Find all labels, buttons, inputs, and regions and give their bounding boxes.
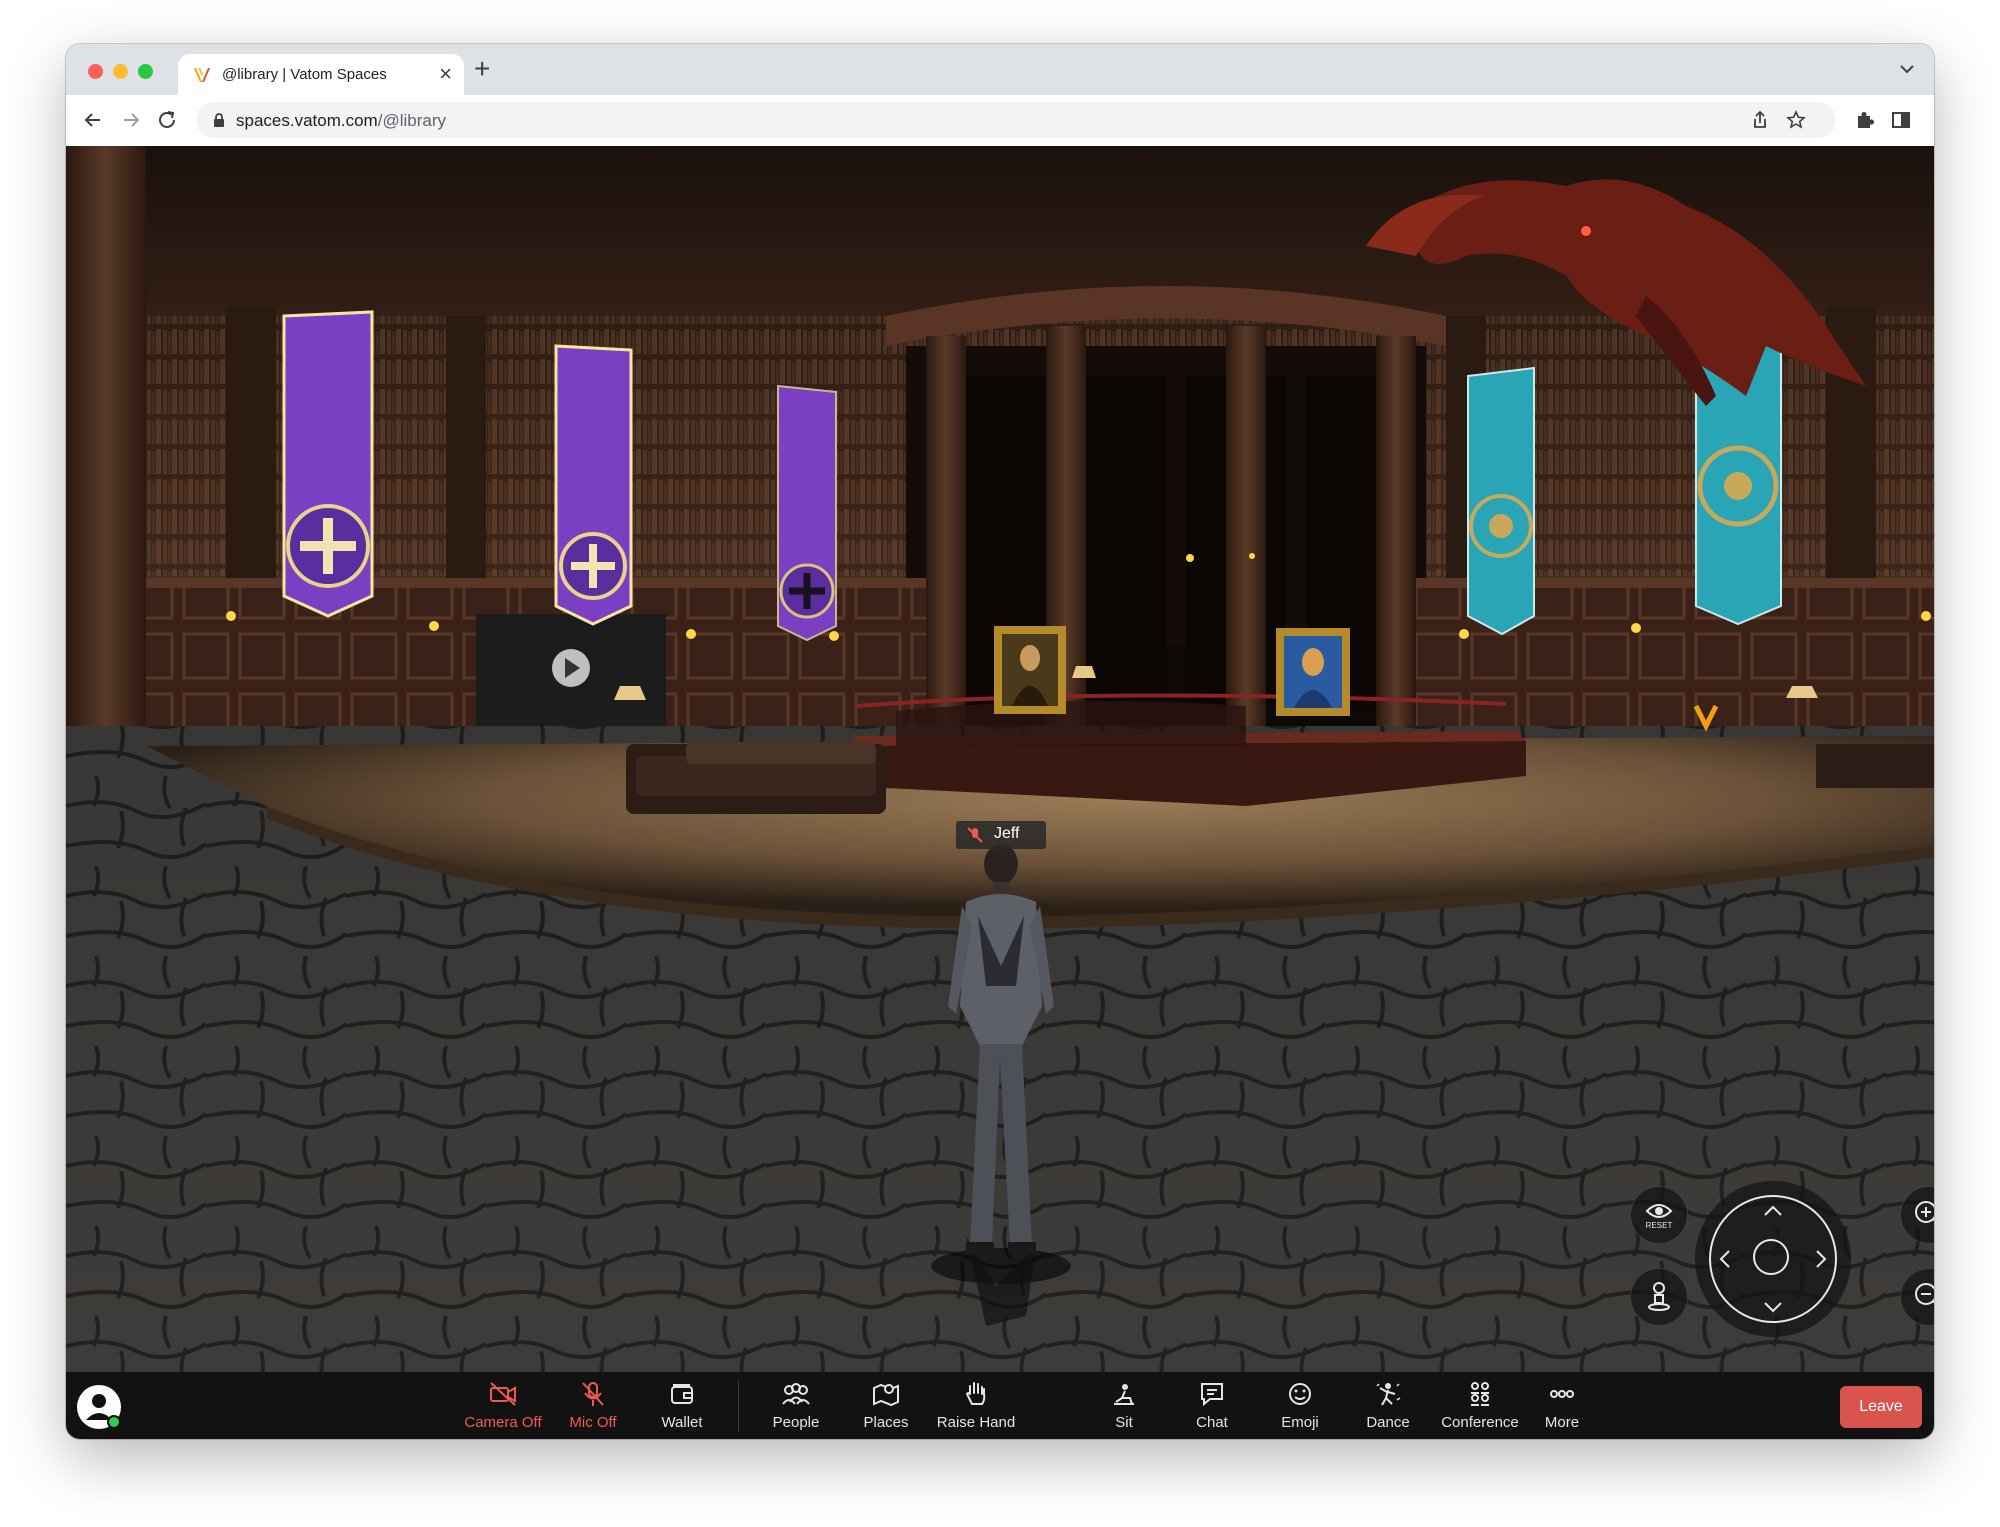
- dance-button[interactable]: Dance: [1348, 1380, 1428, 1434]
- camera-off-icon: [490, 1382, 516, 1406]
- minimize-window-button[interactable]: [113, 64, 128, 79]
- eye-reset-icon: [1645, 1204, 1673, 1218]
- forward-arrow-icon[interactable]: [118, 107, 144, 133]
- avatar-name: Jeff: [994, 825, 1020, 842]
- reload-icon[interactable]: [154, 107, 180, 133]
- purple-banner: [554, 344, 633, 626]
- bottom-toolbar: Camera Off Mic Off Wallet People Places …: [66, 1372, 1934, 1439]
- muted-mic-icon: [967, 827, 983, 843]
- wallet-label: Wallet: [661, 1414, 703, 1431]
- vatom-logo-icon: [194, 68, 210, 82]
- chat-bubble-icon: [1201, 1383, 1223, 1407]
- maximize-window-button[interactable]: [138, 64, 153, 79]
- people-icon: [782, 1383, 810, 1405]
- teal-banner: [1467, 366, 1535, 636]
- zoom-out-button[interactable]: [1900, 1268, 1934, 1326]
- more-label: More: [1544, 1414, 1580, 1431]
- raise-hand-button[interactable]: Raise Hand: [926, 1380, 1026, 1434]
- leave-button[interactable]: Leave: [1840, 1386, 1922, 1428]
- camera-label: Camera Off: [464, 1414, 542, 1431]
- mona-lisa-painting[interactable]: [994, 626, 1066, 714]
- emoji-button[interactable]: Emoji: [1260, 1380, 1340, 1434]
- reset-label: RESET: [1645, 1221, 1673, 1230]
- sit-icon: [1114, 1384, 1134, 1405]
- purple-banner: [777, 384, 837, 642]
- chat-button[interactable]: Chat: [1172, 1380, 1252, 1434]
- joystick-arrows-icon: [1719, 1205, 1827, 1313]
- sit-button[interactable]: Sit: [1084, 1380, 1164, 1434]
- 3d-world-viewport[interactable]: Jeff RESET: [66, 146, 1934, 1372]
- conference-button[interactable]: Conference: [1430, 1380, 1530, 1434]
- browser-toolbar: spaces.vatom.com/@library: [66, 95, 1934, 147]
- back-arrow-icon[interactable]: [80, 107, 106, 133]
- mic-toggle-button[interactable]: Mic Off: [558, 1380, 628, 1434]
- person-pin-icon: [1648, 1282, 1670, 1311]
- map-places-icon: [873, 1383, 899, 1407]
- dance-icon: [1376, 1383, 1401, 1406]
- recenter-avatar-button[interactable]: [1630, 1268, 1688, 1326]
- extensions-puzzle-icon[interactable]: [1852, 107, 1878, 133]
- mic-off-icon: [582, 1382, 604, 1406]
- address-bar[interactable]: spaces.vatom.com/@library: [196, 102, 1836, 138]
- name-tag-pointer: [994, 849, 1008, 857]
- lock-icon: [214, 113, 224, 127]
- mic-label: Mic Off: [569, 1414, 617, 1431]
- wallet-button[interactable]: Wallet: [640, 1380, 724, 1434]
- zoom-in-icon: [1915, 1201, 1934, 1223]
- people-button[interactable]: People: [754, 1380, 838, 1434]
- sit-label: Sit: [1115, 1414, 1133, 1431]
- raise-hand-label: Raise Hand: [936, 1414, 1016, 1431]
- zoom-out-icon: [1915, 1283, 1934, 1305]
- movement-joystick[interactable]: [1695, 1181, 1851, 1337]
- close-window-button[interactable]: [88, 64, 103, 79]
- van-gogh-portrait-painting[interactable]: [1276, 628, 1350, 716]
- chevron-down-icon[interactable]: [1898, 60, 1916, 78]
- hand-icon: [965, 1382, 986, 1405]
- zoom-in-button[interactable]: [1900, 1186, 1934, 1244]
- user-profile-avatar[interactable]: [76, 1384, 122, 1430]
- side-panel-icon[interactable]: [1888, 107, 1914, 133]
- new-tab-button[interactable]: +: [474, 54, 490, 84]
- people-label: People: [772, 1414, 820, 1431]
- more-button[interactable]: More: [1522, 1380, 1602, 1434]
- purple-banner: [282, 310, 374, 618]
- tab-title: @library | Vatom Spaces: [222, 66, 387, 83]
- wallet-icon: [671, 1384, 693, 1404]
- smiley-icon: [1289, 1383, 1311, 1405]
- url-text: spaces.vatom.com/@library: [236, 111, 446, 130]
- emoji-label: Emoji: [1281, 1414, 1319, 1431]
- places-label: Places: [863, 1414, 909, 1431]
- share-icon[interactable]: [1750, 110, 1770, 130]
- tab-close-icon[interactable]: ×: [439, 61, 452, 87]
- tab-strip: @library | Vatom Spaces × +: [66, 44, 1934, 95]
- avatar-name-tag: Jeff: [956, 821, 1046, 857]
- places-button[interactable]: Places: [846, 1380, 926, 1434]
- conference-label: Conference: [1441, 1414, 1519, 1431]
- browser-window: @library | Vatom Spaces × + spaces.vatom…: [66, 44, 1934, 1439]
- conference-icon: [1471, 1382, 1489, 1406]
- toolbar-divider: [738, 1380, 739, 1432]
- browser-tab[interactable]: @library | Vatom Spaces ×: [178, 54, 464, 95]
- chat-label: Chat: [1196, 1414, 1228, 1431]
- camera-toggle-button[interactable]: Camera Off: [458, 1380, 548, 1434]
- bookmark-star-icon[interactable]: [1786, 110, 1806, 130]
- dance-label: Dance: [1366, 1414, 1410, 1431]
- more-dots-icon: [1550, 1390, 1574, 1398]
- reset-camera-button[interactable]: RESET: [1630, 1186, 1688, 1244]
